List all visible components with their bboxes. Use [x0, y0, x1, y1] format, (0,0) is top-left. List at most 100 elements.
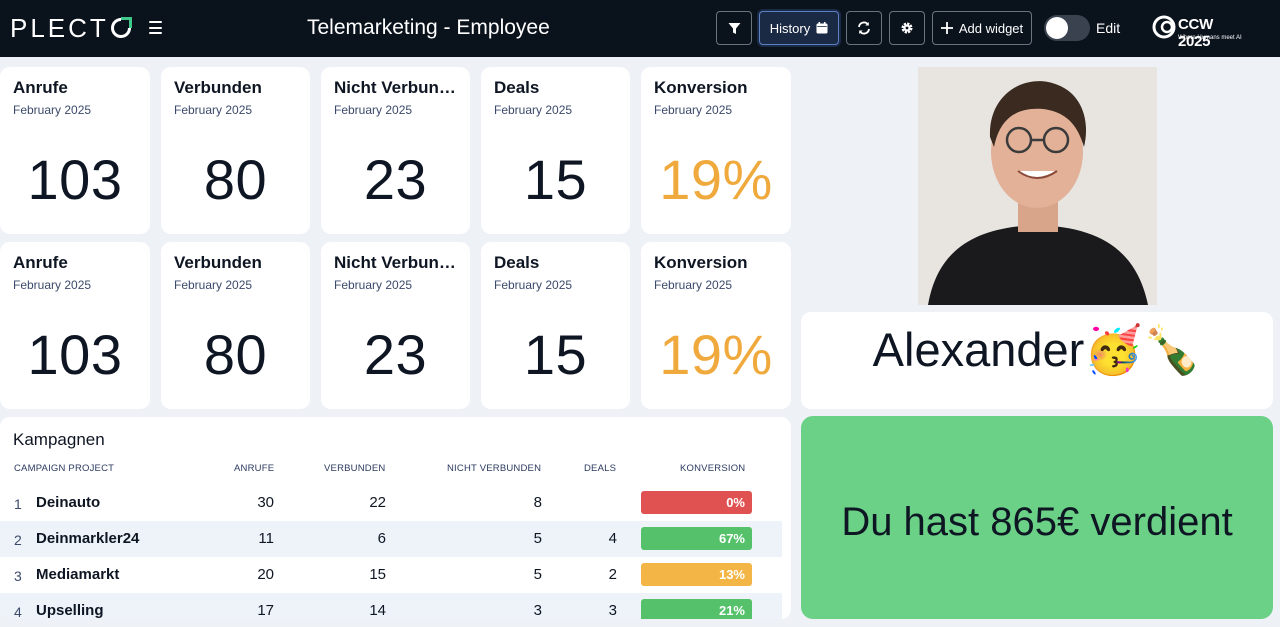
- verbunden-value: 15: [369, 566, 386, 583]
- column-header[interactable]: NICHT VERBUNDEN: [447, 463, 541, 474]
- kpi-card-deals[interactable]: Deals February 2025 15: [481, 242, 630, 409]
- kpi-period: February 2025: [174, 278, 253, 292]
- column-header[interactable]: VERBUNDEN: [324, 463, 385, 474]
- kpi-value: 103: [27, 323, 123, 386]
- row-index: 4: [14, 604, 22, 619]
- table-row[interactable]: 2 Deinmarkler24 11 6 5 4 67%: [0, 521, 782, 557]
- kpi-card-anrufe[interactable]: Anrufe February 2025 103: [0, 242, 150, 409]
- kpi-card-verbunden[interactable]: Verbunden February 2025 80: [161, 242, 310, 409]
- kpi-card-konversion[interactable]: Konversion February 2025 19%: [641, 242, 791, 409]
- kpi-title: Verbunden: [174, 78, 262, 97]
- filter-icon: [728, 22, 740, 34]
- earnings-card: Du hast 865€ verdient: [801, 416, 1273, 619]
- kpi-value: 23: [363, 148, 428, 211]
- kpi-period: February 2025: [13, 278, 92, 292]
- add-widget-button[interactable]: Add widget: [932, 11, 1032, 45]
- kpi-period: February 2025: [654, 278, 733, 292]
- ccw-logo-icon: [1152, 15, 1176, 39]
- employee-photo: [918, 67, 1157, 305]
- verbunden-value: 14: [369, 602, 386, 619]
- ccw-logo-tagline: Where Humans meet AI: [1178, 35, 1242, 41]
- plus-icon: [940, 22, 953, 34]
- row-index: 2: [14, 532, 22, 548]
- kpi-period: February 2025: [494, 103, 573, 117]
- konversion-bar: 67%: [641, 527, 752, 550]
- menu-icon[interactable]: [149, 21, 162, 34]
- anrufe-value: 30: [257, 494, 274, 511]
- logo-o-mark: [110, 17, 132, 38]
- campaign-name: Upselling: [36, 602, 104, 619]
- table-row[interactable]: 4 Upselling 17 14 3 3 21%: [0, 593, 782, 619]
- history-button[interactable]: History: [759, 11, 839, 45]
- nicht-verbunden-value: 3: [533, 602, 542, 619]
- employee-portrait-illustration: [918, 67, 1157, 305]
- campaigns-table-widget[interactable]: Kampagnen CAMPAIGN PROJECT ANRUFE VERBUN…: [0, 417, 791, 619]
- anrufe-value: 11: [258, 530, 274, 547]
- calendar-icon: [816, 22, 828, 34]
- nicht-verbunden-value: 8: [533, 494, 542, 511]
- deals-value: 4: [608, 530, 617, 547]
- anrufe-value: 17: [257, 602, 274, 619]
- kpi-card-konversion[interactable]: Konversion February 2025 19%: [641, 67, 791, 234]
- kpi-value: 80: [203, 148, 268, 211]
- plecto-logo[interactable]: PLECT: [10, 12, 132, 43]
- kpi-value: 15: [523, 148, 588, 211]
- kpi-period: February 2025: [334, 103, 413, 117]
- deals-value: 2: [608, 566, 617, 583]
- table-row[interactable]: 3 Mediamarkt 20 15 5 2 13%: [0, 557, 782, 593]
- kpi-period: February 2025: [174, 103, 253, 117]
- kpi-title: Verbunden: [174, 253, 262, 272]
- konversion-bar: 21%: [641, 599, 752, 619]
- verbunden-value: 6: [377, 530, 386, 547]
- ccw-event-logo: CCW 2025 Where Humans meet AI: [1152, 14, 1244, 50]
- table-row[interactable]: 1 Deinauto 30 22 8 0%: [0, 485, 782, 521]
- row-index: 1: [14, 496, 22, 512]
- campaign-name: Deinmarkler24: [36, 530, 140, 547]
- employee-name-card: Alexander🥳🍾: [801, 312, 1273, 409]
- top-bar: PLECT Telemarketing - Employee History A…: [0, 0, 1280, 57]
- kpi-card-deals[interactable]: Deals February 2025 15: [481, 67, 630, 234]
- edit-toggle[interactable]: [1044, 15, 1090, 41]
- kpi-title: Nicht Verbun…: [334, 78, 456, 97]
- refresh-icon: [858, 21, 870, 35]
- filter-button[interactable]: [716, 11, 752, 45]
- kpi-card-nicht-verbunden[interactable]: Nicht Verbun… February 2025 23: [321, 242, 470, 409]
- anrufe-value: 20: [257, 566, 274, 583]
- kpi-value: 19%: [659, 148, 773, 211]
- column-header[interactable]: ANRUFE: [234, 463, 274, 474]
- nicht-verbunden-value: 5: [533, 566, 542, 583]
- kpi-title: Deals: [494, 253, 540, 272]
- settings-button[interactable]: [889, 11, 925, 45]
- column-header[interactable]: DEALS: [584, 463, 616, 474]
- kpi-card-verbunden[interactable]: Verbunden February 2025 80: [161, 67, 310, 234]
- logo-text: PLECT: [10, 12, 109, 43]
- kpi-title: Anrufe: [13, 78, 68, 97]
- kpi-card-anrufe[interactable]: Anrufe February 2025 103: [0, 67, 150, 234]
- column-header[interactable]: CAMPAIGN PROJECT: [14, 463, 114, 474]
- row-index: 3: [14, 568, 22, 584]
- employee-name: Alexander🥳🍾: [872, 323, 1202, 376]
- kpi-title: Konversion: [654, 253, 748, 272]
- dashboard-title: Telemarketing - Employee: [307, 16, 550, 39]
- kpi-period: February 2025: [13, 103, 92, 117]
- konversion-bar: 0%: [641, 491, 752, 514]
- kpi-value: 103: [27, 148, 123, 211]
- history-label: History: [769, 20, 811, 36]
- campaign-name: Mediamarkt: [36, 566, 120, 583]
- kpi-card-nicht-verbunden[interactable]: Nicht Verbun… February 2025 23: [321, 67, 470, 234]
- kpi-period: February 2025: [654, 103, 733, 117]
- earnings-text: Du hast 865€ verdient: [841, 500, 1233, 544]
- kpi-value: 80: [203, 323, 268, 386]
- deals-value: 3: [608, 602, 617, 619]
- refresh-button[interactable]: [846, 11, 882, 45]
- ccw-logo-text: CCW 2025: [1178, 16, 1213, 50]
- kpi-title: Nicht Verbun…: [334, 253, 456, 272]
- kpi-value: 23: [363, 323, 428, 386]
- nicht-verbunden-value: 5: [533, 530, 542, 547]
- campaigns-title: Kampagnen: [13, 430, 105, 449]
- column-header[interactable]: KONVERSION: [680, 463, 745, 474]
- kpi-value: 15: [523, 323, 588, 386]
- kpi-title: Konversion: [654, 78, 748, 97]
- verbunden-value: 22: [369, 494, 386, 511]
- edit-label: Edit: [1096, 20, 1121, 36]
